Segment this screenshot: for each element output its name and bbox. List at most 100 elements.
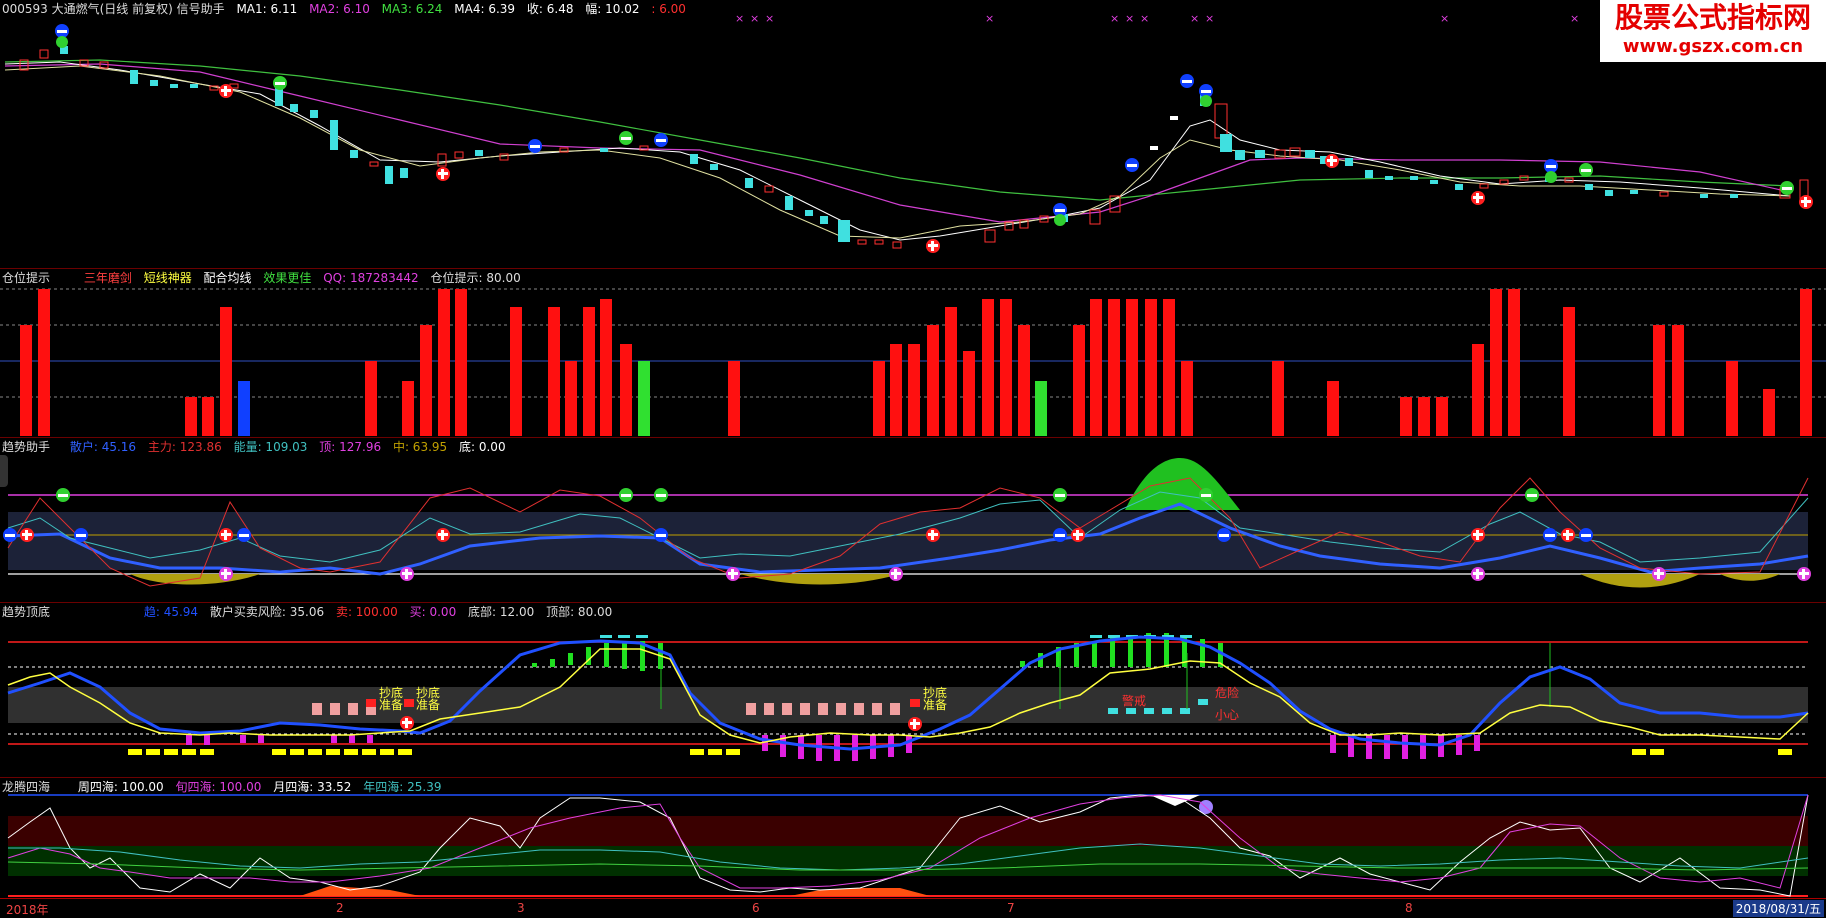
topbottom-panel[interactable]: 抄底准备 抄底准备 抄底准备 警戒 危险 小心 趋势顶底 趋: 45.94 散户… (0, 603, 1826, 778)
position-bar (402, 381, 414, 436)
trend-bottom-fill (1580, 574, 1700, 588)
position-bar (1327, 381, 1339, 436)
position-bar (600, 299, 612, 436)
position-bar (927, 325, 939, 436)
sell-signal-icon (1544, 159, 1558, 173)
danger-annotation: 危险 (1215, 686, 1240, 700)
position-bars (20, 289, 1812, 436)
position-bar (1418, 397, 1430, 436)
position-bar (1090, 299, 1102, 436)
buy-signal-icon (1054, 214, 1066, 226)
sell-signal-icon (237, 528, 251, 542)
buy-signal-icon (1780, 181, 1794, 195)
x-marker: × (750, 12, 759, 25)
x-marker: × (1125, 12, 1134, 25)
x-marker: × (1205, 12, 1214, 25)
main-chart-panel[interactable]: × × × × × × × × × × × 000593 大通燃气(日线 前复权… (0, 0, 1826, 269)
floor-label: 底部: 12.00 (468, 605, 535, 619)
position-bar (638, 361, 650, 436)
position-bar (1763, 389, 1775, 436)
position-bar (20, 325, 32, 436)
position-bar (1145, 299, 1157, 436)
buy-signal-icon (1561, 528, 1575, 542)
topbottom-chart[interactable] (0, 603, 1826, 777)
position-bar (420, 325, 432, 436)
position-bar (548, 307, 560, 436)
buy-signal-icon (1053, 488, 1067, 502)
dragon-header: 龙腾四海 周四海: 100.00 旬四海: 100.00 月四海: 33.52 … (2, 779, 449, 795)
x-axis-label: 2 (336, 901, 344, 915)
bottom-signal-icon (1471, 567, 1485, 581)
xun-label: 旬四海: 100.00 (175, 780, 262, 794)
bottom-signal-icon (1652, 567, 1666, 581)
sell-signal-icon (1053, 528, 1067, 542)
panel-resize-handle[interactable] (0, 455, 8, 487)
position-bar (238, 381, 250, 436)
position-header: 仓位提示 三年磨剑 短线神器 配合均线 效果更佳 QQ: 187283442 仓… (2, 270, 529, 286)
x-markers: × × × × × × × × × × × (735, 12, 1579, 25)
signals (55, 24, 1813, 253)
position-bar (1472, 344, 1484, 436)
buy-signal-icon (1545, 171, 1557, 183)
trend-chart[interactable] (0, 438, 1826, 602)
x-axis-label: 3 (517, 901, 525, 915)
x-marker: × (1190, 12, 1199, 25)
candles (19, 46, 1809, 249)
sell-signal-icon (74, 528, 88, 542)
trend-top-fill (1125, 458, 1240, 510)
buy-label: 买: 0.00 (409, 605, 457, 619)
ma2-label: MA2: 6.10 (309, 2, 370, 16)
buy-signal-icon (219, 528, 233, 542)
buy-signal-icon (400, 716, 414, 730)
buy-signal-icon (619, 488, 633, 502)
position-bar (455, 289, 467, 436)
buy-signal-icon (1471, 191, 1485, 205)
buy-signal-icon (20, 528, 34, 542)
position-bar (1653, 325, 1665, 436)
trend-panel[interactable]: 趋势助手 散户: 45.16 主力: 123.86 能量: 109.03 顶: … (0, 438, 1826, 603)
energy-label: 能量: 109.03 (233, 440, 308, 454)
position-bar (873, 361, 885, 436)
position-bar (728, 361, 740, 436)
buy-signal-icon (1199, 488, 1213, 502)
position-tag1: 三年磨剑 (83, 271, 132, 285)
risk-label: 散户买卖风险: 35.06 (209, 605, 325, 619)
x-axis-label: 2018年 (6, 903, 49, 917)
close-label: 收: 6.48 (526, 2, 574, 16)
x-axis-label: 8 (1405, 901, 1413, 915)
position-panel[interactable]: 仓位提示 三年磨剑 短线神器 配合均线 效果更佳 QQ: 187283442 仓… (0, 269, 1826, 438)
month-label: 月四海: 33.52 (273, 780, 352, 794)
position-tag3: 配合均线 (203, 271, 252, 285)
position-bar (1800, 289, 1812, 436)
bottom-signal-icon (889, 567, 903, 581)
sell-signal-icon (1543, 528, 1557, 542)
position-bar (438, 289, 450, 436)
position-bar (890, 344, 902, 436)
position-bar (565, 361, 577, 436)
site-logo: 股票公式指标网 www.gszx.com.cn (1600, 0, 1826, 62)
position-bar (1163, 299, 1175, 436)
position-bar (963, 351, 975, 436)
x-axis: 2018年 2 3 6 7 8 2018/08/31/五 (0, 898, 1826, 918)
kline-chart[interactable]: × × × × × × × × × × × (0, 0, 1826, 268)
position-title: 仓位提示 (2, 271, 51, 285)
buy-signal-icon (56, 36, 68, 48)
sell-signal-icon (654, 528, 668, 542)
bottom-ready-annotation: 抄底准备 (379, 686, 404, 712)
dragon-chart[interactable] (0, 778, 1826, 898)
trend-value-label: 趋: 45.94 (143, 605, 199, 619)
position-bar (1073, 325, 1085, 436)
trend-bottom-fill (740, 574, 900, 585)
sell-label: 卖: 100.00 (335, 605, 398, 619)
position-bar (1035, 381, 1047, 436)
topbottom-title: 趋势顶底 (2, 605, 51, 619)
position-bar (1508, 289, 1520, 436)
position-bar (365, 361, 377, 436)
position-bar-chart[interactable] (0, 269, 1826, 437)
buy-signal-icon (219, 84, 233, 98)
extra-label: : 6.00 (651, 2, 686, 16)
main-header: 000593 大通燃气(日线 前复权) 信号助手 MA1: 6.11 MA2: … (2, 1, 694, 17)
dragon-panel[interactable]: 龙腾四海 周四海: 100.00 旬四海: 100.00 月四海: 33.52 … (0, 778, 1826, 898)
position-bar (202, 397, 214, 436)
position-tag4: 效果更佳 (263, 271, 312, 285)
